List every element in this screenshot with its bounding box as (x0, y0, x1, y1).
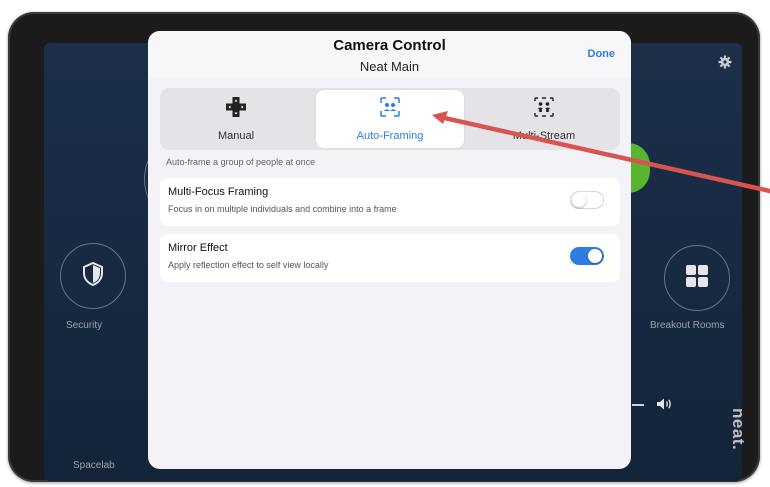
tab-multi-stream[interactable]: Multi-Stream (470, 90, 618, 148)
security-label: Security (66, 320, 103, 331)
mode-hint-text: Auto-frame a group of people at once (166, 157, 316, 167)
toggle-knob (588, 249, 602, 263)
done-button[interactable]: Done (588, 48, 616, 60)
setting-title: Mirror Effect (168, 242, 228, 254)
modal-title: Camera Control (333, 37, 446, 54)
mirror-effect-toggle[interactable] (570, 247, 604, 265)
setting-title: Multi-Focus Framing (168, 186, 269, 198)
speaker-icon[interactable] (656, 397, 674, 416)
setting-mirror-effect: Mirror Effect Apply reflection effect to… (160, 234, 620, 282)
setting-description: Apply reflection effect to self view loc… (168, 260, 329, 270)
tab-auto-framing[interactable]: Auto-Framing (316, 90, 464, 148)
framing-mode-segmented-control: Manual Auto-Framing Multi-Stream (160, 88, 620, 150)
setting-description: Focus in on multiple individuals and com… (168, 204, 397, 214)
breakout-rooms-label: Breakout Rooms (650, 320, 725, 331)
shield-icon (82, 261, 104, 291)
tab-auto-framing-label: Auto-Framing (356, 130, 424, 142)
tab-manual-label: Manual (217, 130, 255, 142)
security-button[interactable] (60, 243, 126, 309)
modal-subtitle: Neat Main (359, 59, 420, 74)
room-name-label: Spacelab (73, 460, 115, 471)
toggle-knob (572, 193, 586, 207)
status-green-edge (628, 143, 650, 193)
dpad-icon (162, 96, 310, 118)
neat-logo: neat. (729, 408, 748, 451)
grid-icon (685, 264, 709, 293)
auto-framing-icon (316, 96, 464, 118)
volume-down-line[interactable] (632, 404, 644, 406)
multi-stream-icon (470, 96, 618, 118)
multi-focus-framing-toggle[interactable] (570, 191, 604, 209)
setting-multi-focus-framing: Multi-Focus Framing Focus in on multiple… (160, 178, 620, 226)
modal-header: Camera Control Neat Main Done (148, 31, 631, 77)
gear-icon[interactable] (718, 55, 732, 69)
camera-control-modal: Camera Control Neat Main Done Manual Aut… (148, 31, 631, 469)
breakout-rooms-button[interactable] (664, 245, 730, 311)
tab-manual[interactable]: Manual (162, 90, 310, 148)
tab-multi-stream-label: Multi-Stream (512, 130, 576, 142)
